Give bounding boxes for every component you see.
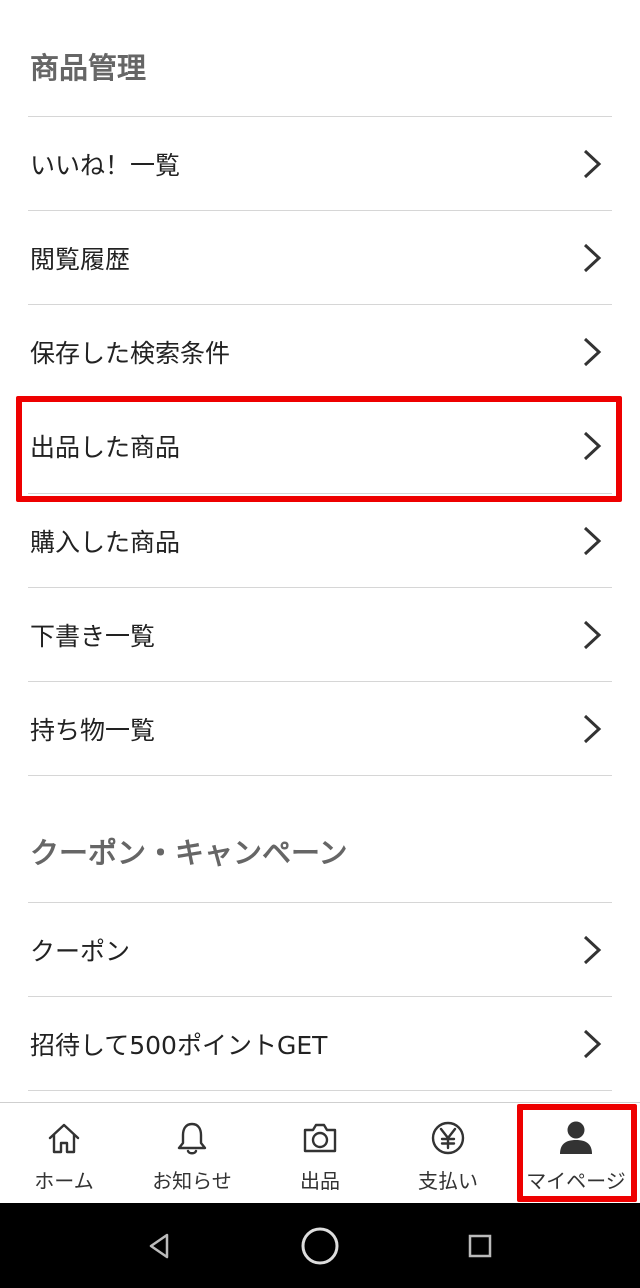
chevron-right-icon	[578, 709, 606, 749]
menu-item-listed-items[interactable]: 出品した商品	[28, 399, 612, 492]
tab-mypage[interactable]: マイページ	[512, 1103, 640, 1203]
menu-item-label: 下書き一覧	[30, 621, 156, 651]
tab-label: 支払い	[418, 1169, 478, 1193]
bell-icon	[173, 1119, 211, 1157]
tab-label: マイページ	[526, 1169, 626, 1193]
tab-sell[interactable]: 出品	[256, 1103, 384, 1203]
section-title-coupon: クーポン・キャンペーン	[30, 836, 348, 870]
menu-item-drafts[interactable]: 下書き一覧	[28, 588, 612, 681]
divider	[28, 1090, 612, 1091]
divider	[28, 775, 612, 776]
menu-item-coupons[interactable]: クーポン	[28, 903, 612, 996]
menu-item-likes[interactable]: いいね！一覧	[28, 117, 612, 210]
person-icon	[557, 1119, 595, 1157]
menu-item-label: 購入した商品	[30, 527, 181, 557]
menu-item-label: 閲覧履歴	[30, 244, 131, 274]
menu-item-saved-searches[interactable]: 保存した検索条件	[28, 305, 612, 398]
chevron-right-icon	[578, 615, 606, 655]
menu-item-label: 持ち物一覧	[30, 715, 156, 745]
tab-label: ホーム	[34, 1169, 94, 1193]
chevron-right-icon	[578, 930, 606, 970]
menu-item-label: 保存した検索条件	[30, 338, 231, 368]
menu-item-purchased-items[interactable]: 購入した商品	[28, 494, 612, 587]
menu-item-belongings[interactable]: 持ち物一覧	[28, 682, 612, 775]
back-icon[interactable]	[139, 1225, 181, 1267]
chevron-right-icon	[578, 521, 606, 561]
home-circle-icon[interactable]	[299, 1225, 341, 1267]
tab-label: お知らせ	[152, 1169, 232, 1193]
chevron-right-icon	[578, 426, 606, 466]
menu-item-history[interactable]: 閲覧履歴	[28, 211, 612, 304]
mypage-menu: 商品管理 いいね！一覧 閲覧履歴 保存した検索条件 出品した商品 購入した商品 …	[0, 0, 640, 1102]
menu-item-label: 招待して500ポイントGET	[30, 1030, 328, 1060]
tab-label: 出品	[300, 1169, 340, 1193]
section-title-management: 商品管理	[30, 51, 147, 85]
tab-home[interactable]: ホーム	[0, 1103, 128, 1203]
chevron-right-icon	[578, 1024, 606, 1064]
camera-icon	[301, 1119, 339, 1157]
chevron-right-icon	[578, 238, 606, 278]
yen-icon	[429, 1119, 467, 1157]
menu-item-label: いいね！一覧	[30, 150, 181, 180]
tab-notifications[interactable]: お知らせ	[128, 1103, 256, 1203]
home-icon	[45, 1119, 83, 1157]
menu-item-label: 出品した商品	[30, 432, 181, 462]
menu-item-label: クーポン	[30, 936, 131, 966]
bottom-tab-bar: ホーム お知らせ 出品 支払い マイページ	[0, 1102, 640, 1203]
chevron-right-icon	[578, 144, 606, 184]
tab-payment[interactable]: 支払い	[384, 1103, 512, 1203]
menu-item-invite[interactable]: 招待して500ポイントGET	[28, 997, 612, 1090]
chevron-right-icon	[578, 332, 606, 372]
system-navigation-bar	[0, 1203, 640, 1288]
recents-icon[interactable]	[459, 1225, 501, 1267]
